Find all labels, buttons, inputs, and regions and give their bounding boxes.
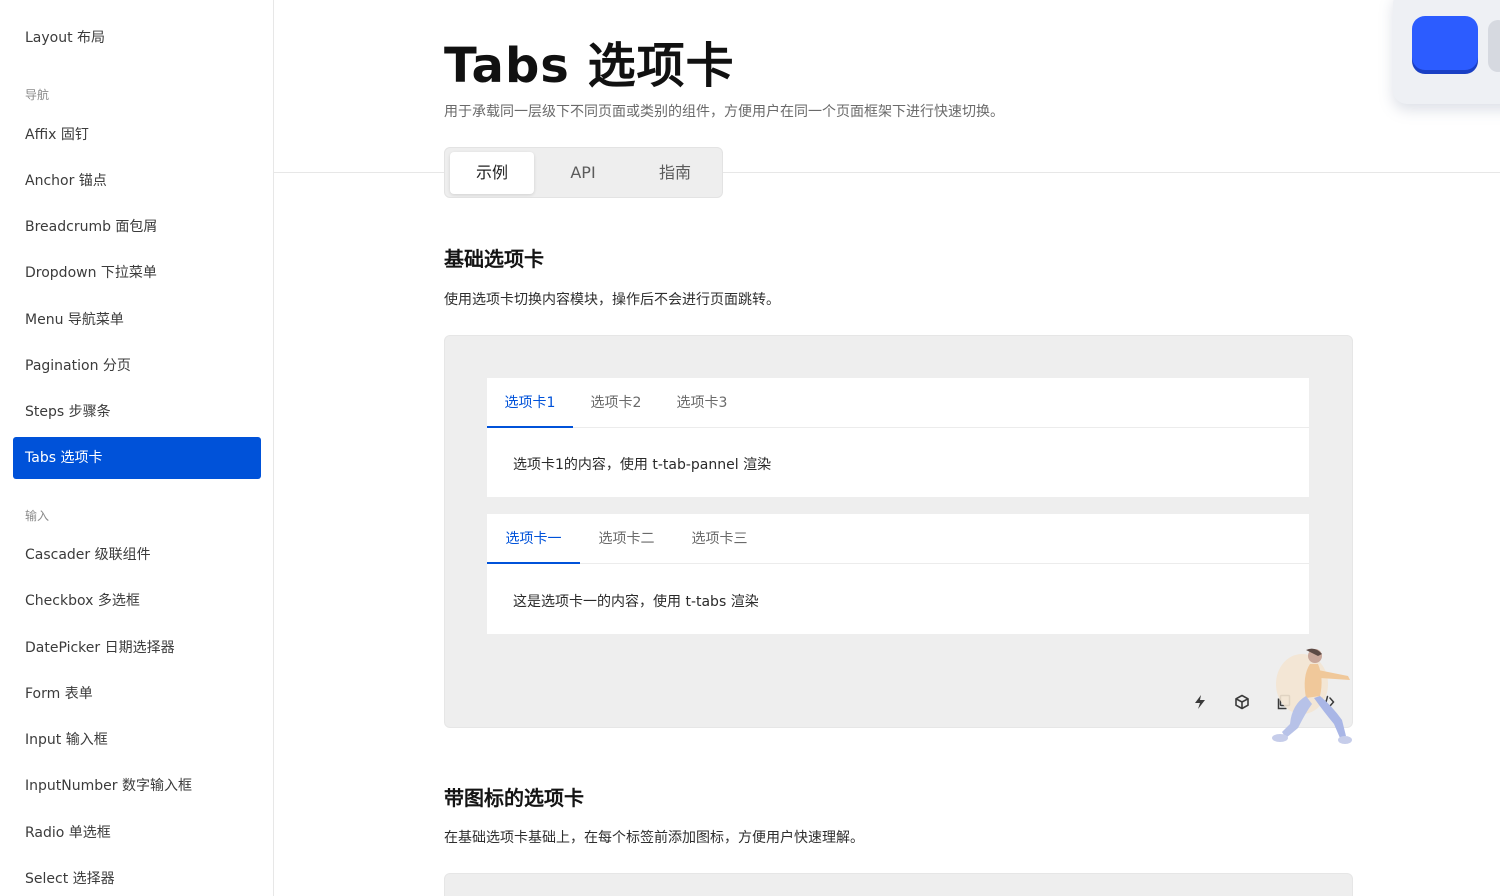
tabs-header: 选项卡一 选项卡二 选项卡三 (487, 514, 1309, 564)
sidebar-item-input[interactable]: Input 输入框 (13, 719, 261, 761)
section-description-icon: 在基础选项卡基础上，在每个标签前添加图标，方便用户快速理解。 (444, 830, 864, 846)
sidebar-item-layout[interactable]: Layout 布局 (13, 17, 261, 59)
page-title: Tabs 选项卡 (444, 38, 735, 94)
demo-container-icon (444, 873, 1353, 896)
section-title-icon: 带图标的选项卡 (444, 786, 584, 810)
tab-guide[interactable]: 指南 (633, 152, 717, 194)
tab-active-indicator (487, 562, 580, 564)
sidebar-group-input: 输入 (25, 509, 50, 523)
sidebar-item-form[interactable]: Form 表单 (13, 673, 261, 715)
tabs-demo-panel: 选项卡1 选项卡2 选项卡3 选项卡1的内容，使用 t-tab-pannel 渲… (487, 378, 1309, 497)
tab-examples[interactable]: 示例 (450, 152, 534, 194)
sidebar: Layout 布局 导航 Affix 固钉 Anchor 锚点 Breadcru… (0, 0, 274, 896)
sidebar-item-breadcrumb[interactable]: Breadcrumb 面包屑 (13, 206, 261, 248)
sidebar-item-cascader[interactable]: Cascader 级联组件 (13, 534, 261, 576)
running-person-illustration (1262, 646, 1362, 750)
sidebar-item-datepicker[interactable]: DatePicker 日期选择器 (13, 627, 261, 669)
sidebar-group-nav: 导航 (25, 88, 50, 102)
decorative-gray-block (1488, 20, 1500, 72)
sidebar-item-select[interactable]: Select 选择器 (13, 858, 261, 896)
sidebar-item-inputnumber[interactable]: InputNumber 数字输入框 (13, 765, 261, 807)
decorative-blue-block (1412, 16, 1478, 70)
sidebar-item-menu[interactable]: Menu 导航菜单 (13, 299, 261, 341)
sidebar-item-anchor[interactable]: Anchor 锚点 (13, 160, 261, 202)
tabs-header: 选项卡1 选项卡2 选项卡3 (487, 378, 1309, 428)
sidebar-item-checkbox[interactable]: Checkbox 多选框 (13, 580, 261, 622)
page-tab-bar: 示例 API 指南 (444, 147, 723, 198)
sidebar-item-pagination[interactable]: Pagination 分页 (13, 345, 261, 387)
cube-icon[interactable] (1232, 692, 1252, 712)
sidebar-item-dropdown[interactable]: Dropdown 下拉菜单 (13, 252, 261, 294)
page-description: 用于承载同一层级下不同页面或类别的组件，方便用户在同一个页面框架下进行快速切换。 (444, 104, 1004, 120)
tab-option-three[interactable]: 选项卡三 (673, 514, 766, 564)
tab-panel-content: 选项卡1的内容，使用 t-tab-pannel 渲染 (513, 457, 772, 473)
sidebar-item-steps[interactable]: Steps 步骤条 (13, 391, 261, 433)
tab-option-3[interactable]: 选项卡3 (659, 378, 745, 428)
tab-api[interactable]: API (541, 152, 625, 194)
sidebar-item-affix[interactable]: Affix 固钉 (13, 114, 261, 156)
sidebar-item-tabs[interactable]: Tabs 选项卡 (13, 437, 261, 479)
sidebar-item-radio[interactable]: Radio 单选框 (13, 812, 261, 854)
tab-option-one[interactable]: 选项卡一 (487, 514, 580, 564)
tab-panel-content: 这是选项卡一的内容，使用 t-tabs 渲染 (513, 594, 759, 610)
tabs-demo-list: 选项卡一 选项卡二 选项卡三 这是选项卡一的内容，使用 t-tabs 渲染 (487, 514, 1309, 634)
section-title-basic: 基础选项卡 (444, 247, 544, 271)
tab-active-indicator (487, 426, 573, 428)
lightning-icon[interactable] (1190, 692, 1210, 712)
tab-option-1[interactable]: 选项卡1 (487, 378, 573, 428)
tab-option-2[interactable]: 选项卡2 (573, 378, 659, 428)
tab-option-two[interactable]: 选项卡二 (580, 514, 673, 564)
section-description-basic: 使用选项卡切换内容模块，操作后不会进行页面跳转。 (444, 292, 780, 308)
